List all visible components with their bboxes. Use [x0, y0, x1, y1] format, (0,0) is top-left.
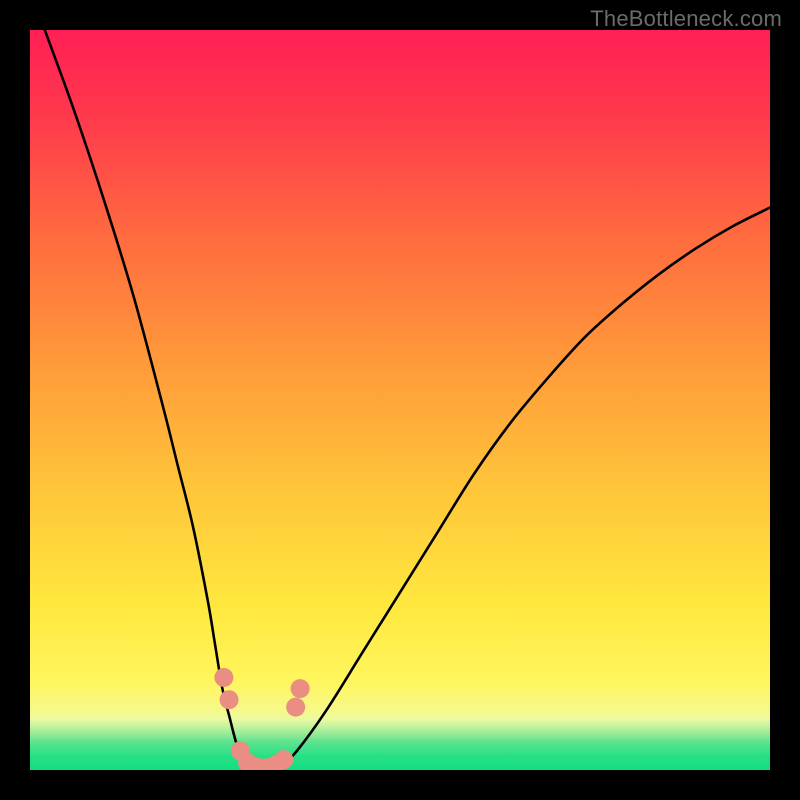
gradient-background: [30, 30, 770, 770]
marker-dot: [220, 690, 239, 709]
watermark-text: TheBottleneck.com: [590, 6, 782, 32]
bottleneck-chart: [30, 30, 770, 770]
marker-dot: [214, 668, 233, 687]
marker-dot: [291, 679, 310, 698]
marker-dot: [274, 750, 293, 769]
chart-frame: TheBottleneck.com: [0, 0, 800, 800]
marker-dot: [286, 698, 305, 717]
